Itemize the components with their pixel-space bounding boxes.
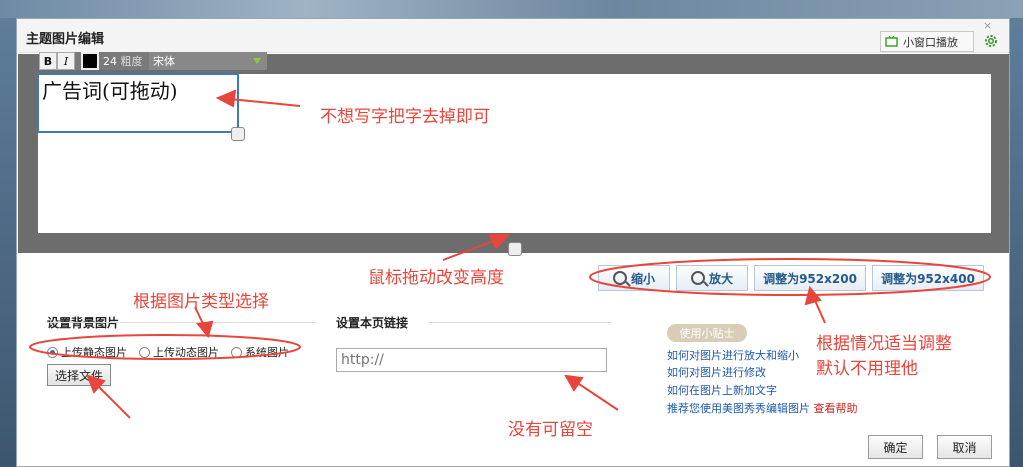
annotation-optional: 没有可留空 — [508, 420, 593, 440]
annotation-default: 默认不用理他 — [816, 359, 918, 379]
annotation-overlay — [29, 89, 991, 419]
annotation-choose-type: 根据图片类型选择 — [133, 292, 269, 312]
annotation-drag-height: 鼠标拖动改变高度 — [368, 268, 504, 288]
annotation-adjust: 根据情况适当调整 — [816, 334, 952, 354]
annotation-remove-text: 不想写字把字去掉即可 — [320, 107, 490, 127]
